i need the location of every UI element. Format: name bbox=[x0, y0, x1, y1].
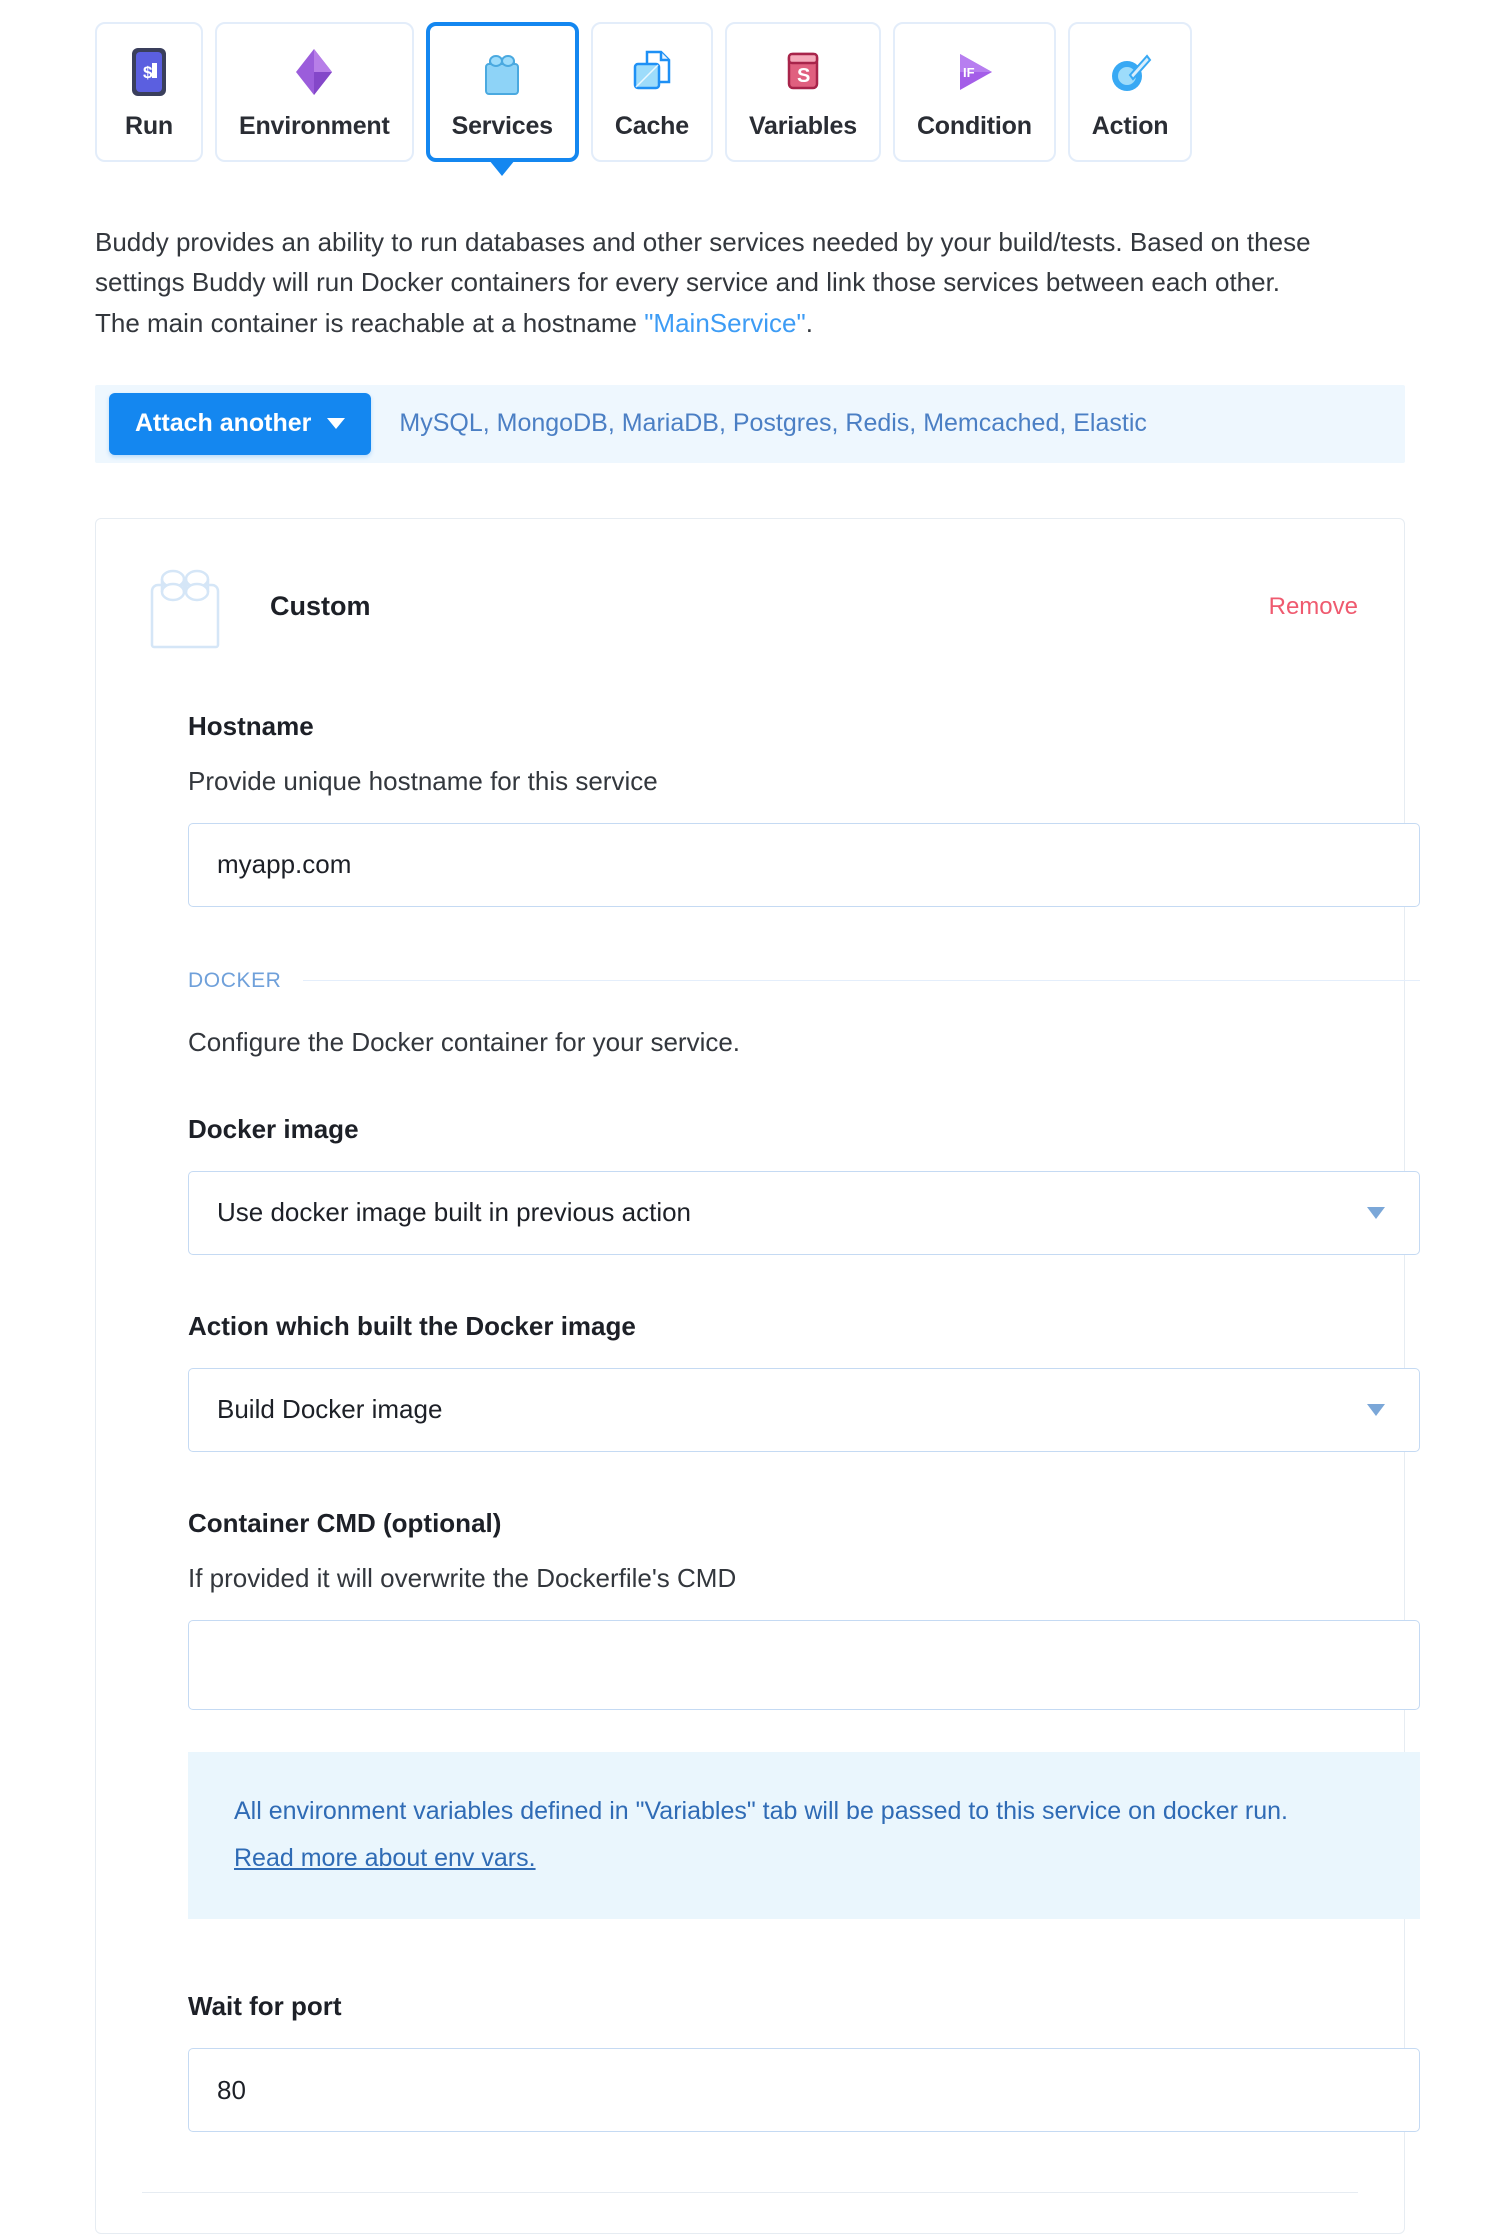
attach-service-bar: Attach another MySQL, MongoDB, MariaDB, … bbox=[95, 384, 1405, 463]
docker-action-label: Action which built the Docker image bbox=[188, 1310, 636, 1341]
tab-action[interactable]: Action bbox=[1067, 22, 1193, 162]
hostname-input[interactable]: myapp.com bbox=[188, 822, 1420, 907]
service-title: Custom bbox=[270, 591, 371, 622]
tab-label: Condition bbox=[916, 111, 1032, 140]
tab-label: Variables bbox=[748, 111, 857, 140]
container-cmd-input[interactable] bbox=[188, 1619, 1420, 1710]
available-services-list: MySQL, MongoDB, MariaDB, Postgres, Redis… bbox=[399, 409, 1147, 438]
docker-image-selected-value: Use docker image built in previous actio… bbox=[217, 1197, 692, 1228]
run-icon: $ bbox=[123, 46, 175, 98]
service-card-custom: Custom Remove Hostname Provide unique ho… bbox=[95, 517, 1420, 2234]
tab-cache[interactable]: Cache bbox=[590, 22, 713, 162]
tab-variables[interactable]: S Variables bbox=[724, 22, 881, 162]
card-bottom-divider bbox=[142, 2192, 1358, 2194]
service-card-header: Custom Remove bbox=[96, 519, 1404, 655]
divider-line bbox=[303, 980, 1420, 982]
custom-service-icon bbox=[142, 559, 228, 655]
wait-for-port-label: Wait for port bbox=[188, 1991, 342, 2022]
tab-label: Services bbox=[451, 111, 553, 140]
docker-action-selected-value: Build Docker image bbox=[217, 1394, 443, 1425]
tab-environment[interactable]: Environment bbox=[215, 22, 414, 162]
env-vars-notice: All environment variables defined in "Va… bbox=[188, 1751, 1420, 1920]
docker-section-divider: DOCKER bbox=[188, 969, 1420, 993]
service-card-body: Hostname Provide unique hostname for thi… bbox=[96, 710, 1420, 2133]
svg-text:IF: IF bbox=[963, 65, 975, 80]
hostname-help: Provide unique hostname for this service bbox=[188, 765, 658, 796]
condition-icon: IF bbox=[948, 46, 1000, 98]
read-more-env-vars-link[interactable]: Read more about env vars. bbox=[234, 1839, 536, 1878]
action-icon bbox=[1104, 46, 1156, 98]
chevron-down-icon bbox=[327, 418, 346, 430]
chevron-down-icon bbox=[1367, 1403, 1385, 1416]
main-service-link[interactable]: "MainService" bbox=[644, 308, 806, 338]
tab-label: Environment bbox=[239, 111, 390, 140]
docker-divider-label: DOCKER bbox=[188, 968, 282, 992]
docker-image-label: Docker image bbox=[188, 1113, 359, 1144]
intro-text-part2: . bbox=[805, 307, 813, 338]
variables-icon: S bbox=[777, 46, 829, 98]
tab-services[interactable]: Services bbox=[425, 22, 579, 176]
attach-another-label: Attach another bbox=[135, 409, 312, 438]
tab-label: Cache bbox=[614, 111, 689, 140]
attach-another-button[interactable]: Attach another bbox=[109, 392, 372, 455]
tab-condition[interactable]: IF Condition bbox=[892, 22, 1056, 162]
services-icon bbox=[476, 46, 528, 98]
intro-description: Buddy provides an ability to run databas… bbox=[0, 222, 1420, 343]
tab-label: Run bbox=[125, 111, 173, 140]
container-cmd-label: Container CMD (optional) bbox=[188, 1507, 502, 1538]
chevron-down-icon bbox=[1367, 1206, 1385, 1219]
svg-text:S: S bbox=[797, 65, 810, 87]
settings-tab-bar: $ Run Environment Services Cache S Varia… bbox=[0, 0, 1500, 176]
tab-run[interactable]: $ Run bbox=[95, 22, 203, 162]
cache-icon bbox=[626, 46, 678, 98]
tab-label: Action bbox=[1091, 111, 1169, 140]
docker-image-select[interactable]: Use docker image built in previous actio… bbox=[188, 1170, 1420, 1255]
active-tab-caret bbox=[489, 160, 516, 176]
docker-description: Configure the Docker container for your … bbox=[188, 1026, 741, 1057]
env-vars-notice-text: All environment variables defined in "Va… bbox=[234, 1796, 1288, 1825]
container-cmd-help: If provided it will overwrite the Docker… bbox=[188, 1562, 737, 1593]
remove-service-link[interactable]: Remove bbox=[1269, 593, 1358, 621]
services-settings-page: $ Run Environment Services Cache S Varia… bbox=[0, 0, 1500, 2234]
environment-icon bbox=[288, 46, 340, 98]
hostname-label: Hostname bbox=[188, 710, 314, 741]
wait-for-port-input[interactable]: 80 bbox=[188, 2048, 1420, 2133]
docker-action-select[interactable]: Build Docker image bbox=[188, 1367, 1420, 1452]
svg-text:$: $ bbox=[143, 63, 153, 82]
